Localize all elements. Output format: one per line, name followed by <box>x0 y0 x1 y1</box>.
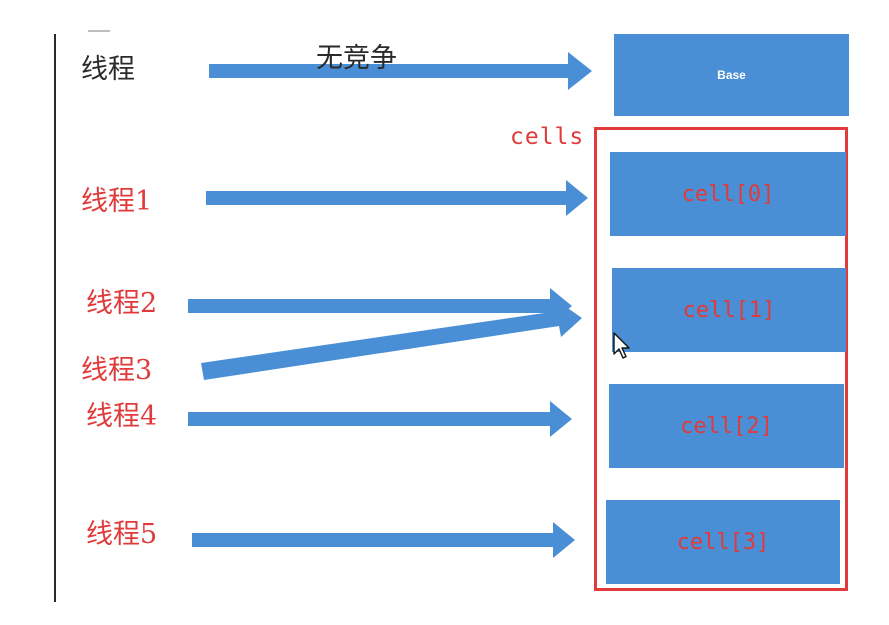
cell-3-box: cell[3] <box>606 500 840 584</box>
cell-0-label: cell[0] <box>681 181 775 207</box>
cell-1-label: cell[1] <box>682 297 776 323</box>
thread-4-label: 线程4 <box>86 401 158 432</box>
thread-3-label: 线程3 <box>81 355 153 386</box>
base-label: Base <box>717 68 746 82</box>
arrow-main-to-base <box>209 52 592 90</box>
cell-3-label: cell[3] <box>676 529 770 555</box>
mouse-pointer-icon <box>613 332 630 359</box>
cell-0-box: cell[0] <box>610 152 846 236</box>
cell-2-box: cell[2] <box>609 384 844 468</box>
arrow-thread1-to-cell0 <box>206 180 588 216</box>
no-contention-label: 无竞争 <box>316 43 397 74</box>
thread-1-label: 线程1 <box>81 186 153 217</box>
diagram-canvas: 无竞争 线程 线程1 线程2 线程3 线程4 线程5 cells Base ce… <box>0 0 889 625</box>
thread-2-label: 线程2 <box>86 288 158 319</box>
cells-label: cells <box>510 124 585 150</box>
arrow-thread5-to-cell3 <box>192 522 575 558</box>
thread-5-label: 线程5 <box>86 519 158 550</box>
arrow-thread4-to-cell2 <box>188 401 572 437</box>
thread-main-label: 线程 <box>81 54 135 85</box>
base-box: Base <box>614 34 849 116</box>
cell-2-label: cell[2] <box>680 413 773 439</box>
cell-1-box: cell[1] <box>612 268 846 352</box>
